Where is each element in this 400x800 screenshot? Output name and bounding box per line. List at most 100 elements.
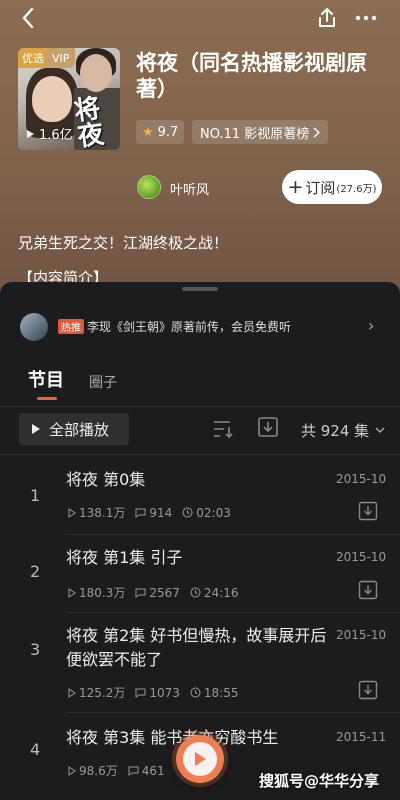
- download-icon: [358, 580, 378, 600]
- cover-playcount: 1.6亿: [26, 124, 73, 143]
- duration-value: 18:55: [203, 685, 239, 700]
- play-icon: [195, 752, 206, 766]
- play-all-label: 全部播放: [49, 420, 110, 439]
- clock-icon: [182, 507, 193, 518]
- plays-stat: 180.3万: [68, 584, 125, 601]
- cover-calligraphy: 将夜: [72, 93, 106, 150]
- album-title: 将夜（同名热播影视剧原著）: [136, 51, 367, 101]
- tab-circle[interactable]: 圈子: [89, 372, 117, 392]
- promo-avatar: [20, 313, 48, 341]
- comments-value: 914: [149, 505, 173, 520]
- episode-download-button[interactable]: [358, 580, 378, 604]
- hot-tag: 热推: [58, 319, 84, 334]
- back-button[interactable]: [14, 4, 42, 32]
- cover-figure: [32, 76, 72, 122]
- episode-total[interactable]: 共 924 集: [301, 420, 385, 441]
- episode-download-button[interactable]: [358, 680, 378, 704]
- clock-icon: [190, 687, 201, 698]
- star-icon: ★: [142, 124, 154, 140]
- episode-meta: 180.3万 2567 24:16: [68, 584, 239, 601]
- active-tab-indicator: [37, 397, 57, 400]
- episode-number: 2: [30, 562, 41, 581]
- comments-stat: 2567: [135, 586, 180, 600]
- episode-date: 2015-10: [336, 628, 387, 642]
- subscribe-button[interactable]: + 订阅 (27.6万): [282, 170, 382, 204]
- plays-stat: 125.2万: [68, 684, 125, 701]
- divider: [66, 712, 400, 713]
- divider: [0, 454, 400, 455]
- comments-value: 1073: [149, 685, 180, 700]
- promo-banner[interactable]: 热推 李现《剑王朝》原著前传，会员免费听 ›: [0, 310, 400, 344]
- chevron-right-icon: [313, 126, 321, 138]
- chevron-left-icon: [22, 7, 34, 29]
- episode-title: 将夜 第1集 引子: [66, 548, 183, 567]
- author-avatar[interactable]: [137, 175, 161, 199]
- plays-stat: 138.1万: [68, 504, 125, 521]
- play-outline-icon: [68, 587, 76, 598]
- comments-value: 461: [141, 763, 165, 778]
- comments-stat: 914: [135, 506, 172, 520]
- play-all-button[interactable]: 全部播放: [19, 413, 129, 445]
- episode-row[interactable]: 2 将夜 第1集 引子 2015-10 180.3万 2567 24:16: [0, 542, 400, 610]
- download-icon: [258, 417, 278, 437]
- subscribe-count: (27.6万): [336, 183, 377, 195]
- divider: [66, 534, 400, 535]
- drag-handle[interactable]: [182, 287, 218, 291]
- episode-date: 2015-11: [336, 730, 387, 744]
- album-cover[interactable]: 将夜 优选 VIP 1.6亿: [18, 48, 120, 150]
- album-slogan: 兄弟生死之交！江湖终极之战！: [18, 234, 229, 252]
- comments-value: 2567: [149, 585, 180, 600]
- play-outline-icon: [68, 765, 76, 776]
- duration-stat: 18:55: [190, 686, 239, 700]
- episode-number: 3: [30, 640, 41, 659]
- play-outline-icon: [68, 507, 76, 518]
- episode-total-label: 共 924 集: [301, 422, 370, 440]
- download-icon: [358, 680, 378, 700]
- plus-icon: +: [287, 176, 304, 198]
- divider: [66, 612, 400, 613]
- episode-meta: 98.6万 461: [68, 762, 165, 779]
- tab-episodes[interactable]: 节目: [28, 366, 64, 392]
- floating-play-button[interactable]: [176, 735, 224, 783]
- vip-badge: VIP: [46, 48, 76, 68]
- episode-date: 2015-10: [336, 550, 387, 564]
- more-button[interactable]: [352, 4, 380, 32]
- score-value: 9.7: [157, 124, 179, 140]
- sort-button[interactable]: [212, 419, 234, 443]
- episode-number: 4: [30, 740, 41, 759]
- episode-date: 2015-10: [336, 472, 387, 486]
- comment-icon: [128, 766, 139, 776]
- author-name[interactable]: 叶听风: [170, 179, 209, 198]
- play-icon: [27, 129, 34, 138]
- comment-icon: [135, 508, 146, 518]
- episode-row[interactable]: 3 将夜 第2集 好书但慢热，故事展开后便欲罢不能了 2015-10 125.2…: [0, 620, 400, 710]
- duration-value: 24:16: [203, 585, 239, 600]
- nav-bar: [0, 0, 400, 36]
- duration-stat: 02:03: [182, 506, 231, 520]
- play-outline-icon: [68, 687, 76, 698]
- episode-download-button[interactable]: [358, 501, 378, 525]
- comments-stat: 1073: [135, 686, 180, 700]
- episode-title: 将夜 第2集 好书但慢热，故事展开后便欲罢不能了: [66, 626, 327, 669]
- share-button[interactable]: [313, 4, 341, 32]
- album-header: 将夜 优选 VIP 1.6亿 将夜（同名热播影视剧原著） ★ 9.7 NO.11…: [0, 0, 400, 300]
- episode-meta: 138.1万 914 02:03: [68, 504, 231, 521]
- clock-icon: [190, 587, 201, 598]
- playcount-value: 1.6亿: [39, 128, 73, 143]
- rank-label: NO.11 影视原著榜: [200, 126, 310, 142]
- youxuan-badge: 优选: [18, 48, 48, 68]
- chevron-right-icon[interactable]: ›: [368, 316, 374, 335]
- plays-value: 98.6万: [79, 764, 118, 778]
- plays-stat: 98.6万: [68, 762, 118, 779]
- subscribe-label: 订阅: [305, 178, 336, 197]
- rank-tag[interactable]: NO.11 影视原著榜: [192, 120, 329, 144]
- plays-value: 138.1万: [79, 506, 126, 520]
- episode-title: 将夜 第0集: [66, 470, 146, 489]
- episode-number: 1: [30, 486, 41, 505]
- promo-text: 李现《剑王朝》原著前传，会员免费听: [87, 320, 292, 334]
- divider: [0, 406, 400, 407]
- batch-download-button[interactable]: [257, 416, 279, 442]
- sort-icon: [214, 421, 233, 439]
- episode-row[interactable]: 1 将夜 第0集 2015-10 138.1万 914 02:03: [0, 464, 400, 532]
- comments-stat: 461: [128, 764, 165, 778]
